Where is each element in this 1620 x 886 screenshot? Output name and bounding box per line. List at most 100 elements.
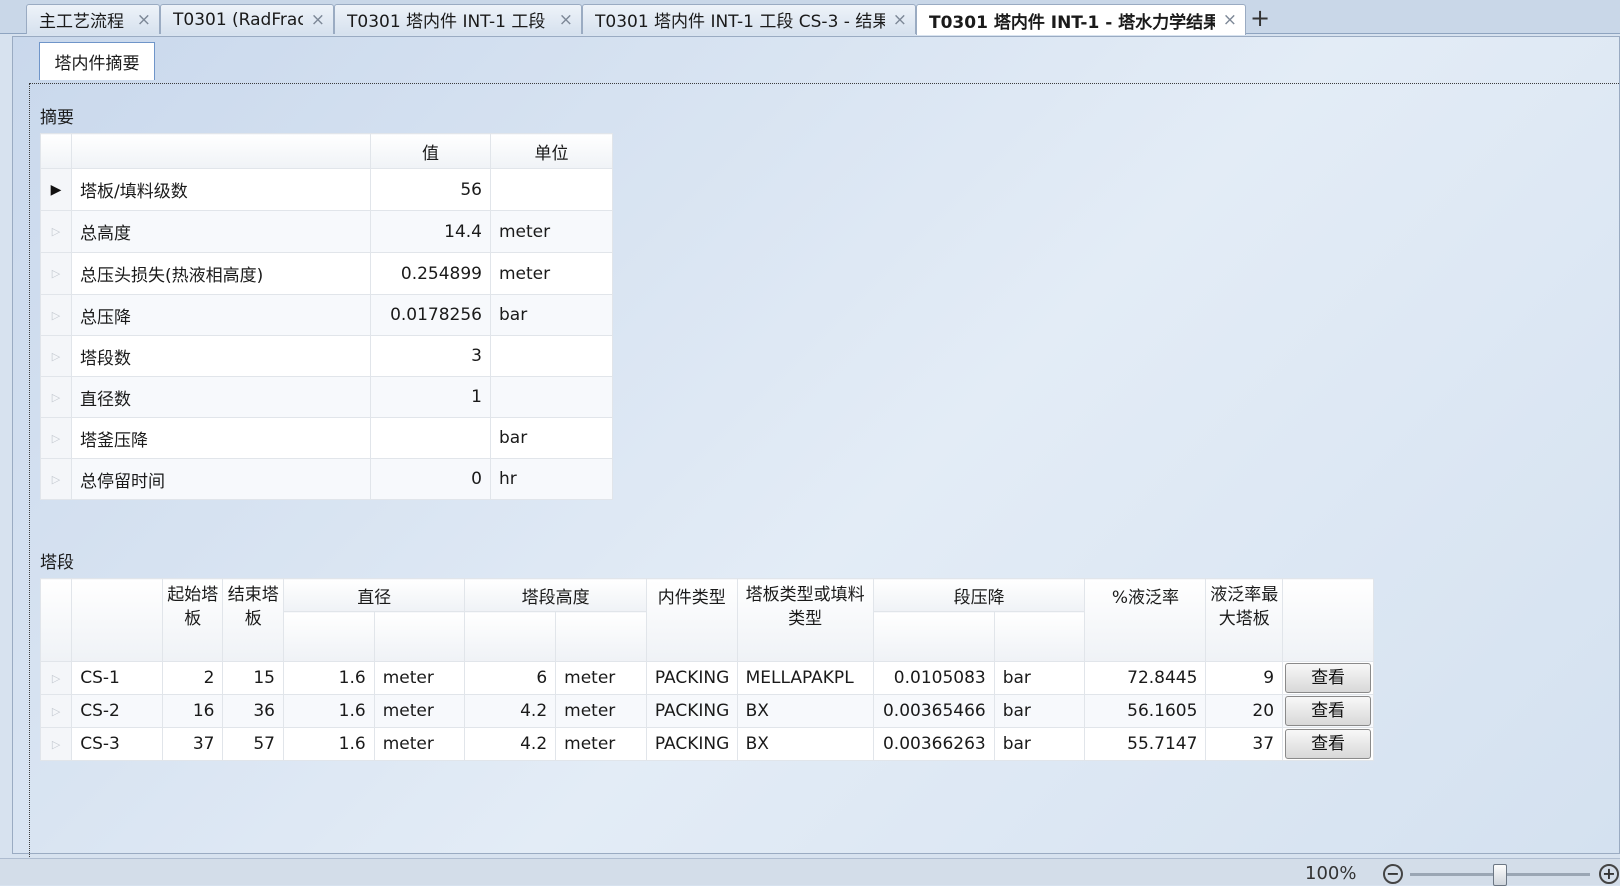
summary-value[interactable]: 3 bbox=[370, 335, 491, 377]
height-unit[interactable]: meter bbox=[555, 727, 647, 761]
flooding-value: 72.8445 bbox=[1084, 661, 1207, 695]
summary-label: 总压降 bbox=[71, 294, 371, 336]
view-cell: 查看 bbox=[1282, 727, 1374, 761]
section-dp-unit[interactable]: bar bbox=[993, 727, 1086, 761]
row-selector[interactable]: ▷ bbox=[40, 252, 72, 295]
height-value: 4.2 bbox=[464, 727, 557, 761]
summary-unit[interactable] bbox=[490, 168, 613, 211]
summary-table: 值 单位 bbox=[40, 133, 613, 170]
document-tab-strip: 主工艺流程 × T0301 (RadFrac) × T0301 塔内件 INT-… bbox=[0, 0, 1620, 35]
tab-section-cs3-results[interactable]: T0301 塔内件 INT-1 工段 CS-3 - 结果 × bbox=[582, 4, 916, 34]
zoom-out-icon[interactable]: − bbox=[1383, 864, 1403, 884]
height-value: 6 bbox=[464, 661, 557, 695]
summary-row[interactable]: ▷ 总停留时间 0 hr bbox=[40, 458, 613, 500]
diameter-unit[interactable]: meter bbox=[373, 727, 466, 761]
close-icon[interactable]: × bbox=[137, 10, 151, 30]
summary-unit[interactable]: bar bbox=[490, 294, 613, 336]
view-button[interactable]: 查看 bbox=[1285, 696, 1372, 726]
row-selector[interactable]: ▷ bbox=[40, 210, 72, 253]
add-tab-icon[interactable]: + bbox=[1250, 4, 1270, 32]
section-height-header: 塔段高度 bbox=[464, 578, 647, 612]
summary-value[interactable]: 1 bbox=[370, 376, 491, 418]
start-stage-header: 起始塔板 bbox=[161, 578, 224, 662]
tray-packing-type: MELLAPAKPL bbox=[736, 661, 874, 695]
tab-internals-section[interactable]: T0301 塔内件 INT-1 工段 × bbox=[334, 4, 582, 34]
diameter-unit[interactable]: meter bbox=[373, 661, 466, 695]
row-selector[interactable]: ▷ bbox=[40, 294, 72, 336]
zoom-level: 100% bbox=[1305, 863, 1357, 884]
summary-unit[interactable]: meter bbox=[490, 210, 613, 253]
view-button[interactable]: 查看 bbox=[1285, 729, 1372, 759]
section-row[interactable]: ▷ CS-1 2 15 1.6 meter 6 meter PACKING MELLAPAKPL 0… bbox=[39, 661, 1374, 695]
tab-label: T0301 塔内件 INT-1 工段 CS-3 - 结果 bbox=[595, 12, 885, 32]
row-selector-header bbox=[39, 578, 73, 662]
height-unit[interactable]: meter bbox=[555, 661, 647, 695]
zoom-slider-thumb[interactable] bbox=[1493, 864, 1507, 886]
summary-value[interactable]: 0.0178256 bbox=[370, 294, 491, 336]
sections-title: 塔段 bbox=[40, 553, 74, 573]
zoom-in-icon[interactable]: + bbox=[1599, 864, 1619, 884]
summary-unit[interactable]: bar bbox=[490, 417, 613, 459]
summary-value[interactable]: 56 bbox=[370, 168, 491, 211]
summary-unit[interactable]: hr bbox=[490, 458, 613, 500]
summary-label: 总高度 bbox=[71, 210, 371, 253]
summary-value[interactable]: 0 bbox=[370, 458, 491, 500]
row-selector[interactable]: ▷ bbox=[39, 727, 73, 761]
summary-row[interactable]: ▶ 塔板/填料级数 56 bbox=[40, 168, 613, 211]
row-selector[interactable]: ▷ bbox=[40, 376, 72, 418]
summary-label: 总停留时间 bbox=[71, 458, 371, 500]
section-name: CS-3 bbox=[71, 727, 163, 761]
diameter-unit[interactable]: meter bbox=[373, 694, 466, 728]
summary-label: 直径数 bbox=[71, 376, 371, 418]
close-icon[interactable]: × bbox=[1223, 10, 1237, 30]
summary-value[interactable]: 0.254899 bbox=[370, 252, 491, 295]
view-button[interactable]: 查看 bbox=[1285, 663, 1372, 693]
summary-value[interactable] bbox=[370, 417, 491, 459]
summary-row[interactable]: ▷ 总高度 14.4 meter bbox=[40, 210, 613, 253]
section-dp-unit[interactable]: bar bbox=[993, 661, 1086, 695]
section-row[interactable]: ▷ CS-3 37 57 1.6 meter 4.2 meter PACKING BX 0.0036… bbox=[39, 727, 1374, 761]
summary-unit[interactable] bbox=[490, 335, 613, 377]
row-selector[interactable]: ▷ bbox=[40, 458, 72, 500]
tab-label: T0301 塔内件 INT-1 工段 bbox=[347, 12, 546, 32]
results-panel: 塔内件摘要 摘要 值 单位 ▶ 塔板/填料级数 56 ▷ 总高度 14.4 meter ▷ 总压… bbox=[12, 36, 1620, 863]
tab-label: 主工艺流程 bbox=[39, 12, 124, 32]
sections-table: 起始塔板 结束塔板 直径 塔段高度 内件类型 塔板类型或填料类型 段压降 %液泛… bbox=[39, 578, 1374, 761]
section-dp-value: 0.00365466 bbox=[872, 694, 995, 728]
unit-header: 单位 bbox=[490, 133, 613, 170]
summary-value[interactable]: 14.4 bbox=[370, 210, 491, 253]
tab-main-flowsheet[interactable]: 主工艺流程 × bbox=[26, 4, 160, 34]
section-row[interactable]: ▷ CS-2 16 36 1.6 meter 4.2 meter PACKING BX 0.0036… bbox=[39, 694, 1374, 728]
summary-unit[interactable] bbox=[490, 376, 613, 418]
summary-row[interactable]: ▷ 总压降 0.0178256 bar bbox=[40, 294, 613, 336]
tab-internals-summary[interactable]: 塔内件摘要 bbox=[39, 42, 155, 80]
tab-hydraulics-results[interactable]: T0301 塔内件 INT-1 - 塔水力学结果 × bbox=[916, 4, 1246, 35]
view-cell: 查看 bbox=[1282, 661, 1374, 695]
close-icon[interactable]: × bbox=[311, 10, 325, 30]
diameter-value-subheader bbox=[282, 611, 375, 662]
end-stage: 57 bbox=[222, 727, 284, 761]
summary-row[interactable]: ▷ 塔釜压降 bar bbox=[40, 417, 613, 459]
internal-type: PACKING bbox=[645, 661, 738, 695]
section-dp-unit[interactable]: bar bbox=[993, 694, 1086, 728]
row-selector[interactable]: ▷ bbox=[40, 417, 72, 459]
row-selector[interactable]: ▷ bbox=[39, 694, 73, 728]
summary-row[interactable]: ▷ 总压头损失(热液相高度) 0.254899 meter bbox=[40, 252, 613, 295]
diameter-header: 直径 bbox=[282, 578, 466, 612]
label-header bbox=[71, 133, 371, 170]
end-stage: 15 bbox=[222, 661, 284, 695]
summary-row[interactable]: ▷ 直径数 1 bbox=[40, 376, 613, 418]
flooding-header: %液泛率 bbox=[1084, 578, 1207, 662]
row-selector[interactable]: ▷ bbox=[39, 661, 73, 695]
close-icon[interactable]: × bbox=[893, 10, 907, 30]
summary-unit[interactable]: meter bbox=[490, 252, 613, 295]
name-header bbox=[71, 578, 163, 662]
section-dp-value: 0.0105083 bbox=[872, 661, 995, 695]
height-unit[interactable]: meter bbox=[555, 694, 647, 728]
row-selector[interactable]: ▶ bbox=[40, 168, 72, 211]
diameter-value: 1.6 bbox=[282, 661, 375, 695]
row-selector[interactable]: ▷ bbox=[40, 335, 72, 377]
close-icon[interactable]: × bbox=[559, 10, 573, 30]
tab-radfrac[interactable]: T0301 (RadFrac) × bbox=[160, 4, 334, 34]
summary-row[interactable]: ▷ 塔段数 3 bbox=[40, 335, 613, 377]
